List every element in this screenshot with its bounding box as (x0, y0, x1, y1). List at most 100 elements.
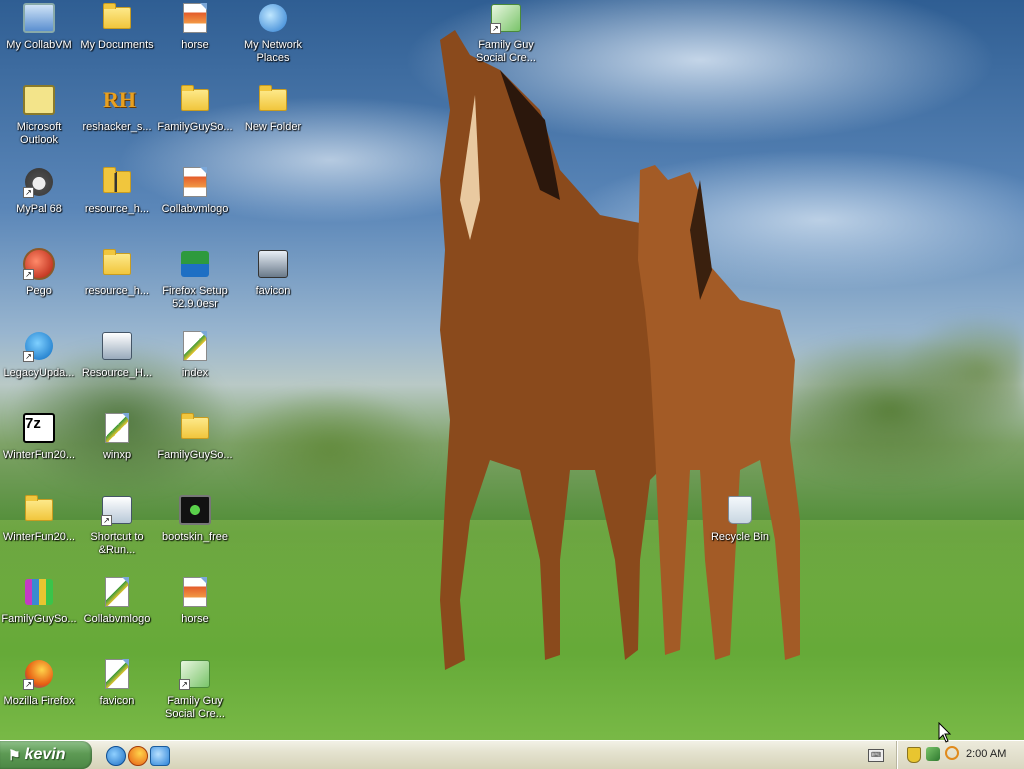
image-file-icon (179, 166, 211, 198)
desktop-icon-label: My Network Places (243, 39, 303, 64)
desktop-icon-label: Resource_H... (81, 367, 153, 379)
start-button[interactable]: ⚑ kevin (0, 741, 92, 769)
windows-flag-icon: ⚑ (8, 746, 21, 763)
desktop-icon-label: Mozilla Firefox (3, 695, 75, 707)
desktop-icon-label: Family Guy Social Cre... (165, 695, 225, 720)
desktop-icon[interactable]: ↗ Pego (0, 248, 78, 298)
html-file-icon (179, 330, 211, 362)
documents-folder-icon (101, 2, 133, 34)
desktop-icon-label: Shortcut to &Run... (90, 531, 144, 556)
bootskin-icon (179, 494, 211, 526)
desktop-icon[interactable]: Collabvmlogo (156, 166, 234, 216)
desktop-icon-label: Family Guy Social Cre... (476, 39, 536, 64)
desktop-icon-label: My CollabVM (6, 39, 72, 51)
desktop-icon[interactable]: horse (156, 2, 234, 52)
desktop-icon[interactable]: My Documents (78, 2, 156, 52)
desktop-icon[interactable]: favicon (234, 248, 312, 298)
desktop-icon-label: bootskin_free (161, 531, 229, 543)
desktop-icon[interactable]: Recycle Bin (701, 494, 779, 544)
desktop-icon[interactable]: ↗ Shortcut to &Run... (78, 494, 156, 557)
html-file-icon (101, 412, 133, 444)
security-shield-icon[interactable] (907, 747, 921, 763)
image-file-icon (179, 2, 211, 34)
desktop-icon[interactable]: bootskin_free (156, 494, 234, 544)
desktop-icon[interactable]: Firefox Setup 52.9.0esr (156, 248, 234, 311)
desktop-icon[interactable]: ↗ LegacyUpda... (0, 330, 78, 380)
desktop-icon-label: WinterFun20... (2, 449, 76, 461)
keyboard-icon[interactable]: ⌨ (868, 749, 884, 762)
desktop-icon-label: favicon (255, 285, 291, 297)
html-file-icon (101, 576, 133, 608)
image-file-icon (179, 576, 211, 608)
desktop-icon[interactable]: ↗ Family Guy Social Cre... (467, 2, 545, 65)
desktop-icon[interactable]: favicon (78, 658, 156, 708)
desktop-icon-label: favicon (99, 695, 135, 707)
desktop-icon[interactable]: 7z WinterFun20... (0, 412, 78, 462)
desktop-icon[interactable]: My CollabVM (0, 2, 78, 52)
desktop-icon-label: winxp (102, 449, 132, 461)
shortcut-arrow-icon: ↗ (101, 515, 112, 526)
firefox-icon[interactable] (128, 746, 148, 766)
desktop-icon[interactable]: Resource_H... (78, 330, 156, 380)
mypal-icon: ↗ (23, 166, 55, 198)
desktop-icon[interactable]: ↗ MyPal 68 (0, 166, 78, 216)
desktop-icon-label: resource_h... (84, 203, 150, 215)
sevenzip-icon: 7z (23, 412, 55, 444)
run-shortcut-icon: ↗ (101, 494, 133, 526)
desktop-icon-label: LegacyUpda... (3, 367, 75, 379)
desktop-icon-label: FamilyGuySo... (1, 613, 77, 625)
desktop-icon[interactable]: ↗ Mozilla Firefox (0, 658, 78, 708)
desktop-icon[interactable]: FamilyGuySo... (0, 576, 78, 626)
desktop-icon-label: Collabvmlogo (161, 203, 229, 215)
desktop-icon[interactable]: horse (156, 576, 234, 626)
desktop-icon-label: FamilyGuySo... (157, 449, 233, 461)
zip-folder-icon (101, 166, 133, 198)
media-player-icon: ↗ (490, 2, 522, 34)
desktop-icon-label: reshacker_s... (82, 121, 152, 133)
outlook-express-icon[interactable] (150, 746, 170, 766)
media-player-icon: ↗ (179, 658, 211, 690)
desktop-icon-label: Firefox Setup 52.9.0esr (162, 285, 228, 310)
desktop-icon-label: index (181, 367, 209, 379)
legacy-update-icon: ↗ (23, 330, 55, 362)
network-icon[interactable] (926, 747, 940, 761)
internet-explorer-icon[interactable] (106, 746, 126, 766)
desktop-icon[interactable]: New Folder (234, 84, 312, 134)
resource-hacker-icon (101, 330, 133, 362)
desktop-icon[interactable]: RH reshacker_s... (78, 84, 156, 134)
shortcut-arrow-icon: ↗ (23, 269, 34, 280)
desktop-icon[interactable]: My Network Places (234, 2, 312, 65)
desktop-icon[interactable]: WinterFun20... (0, 494, 78, 544)
desktop-icon-label: Recycle Bin (710, 531, 770, 543)
folder-icon (179, 412, 211, 444)
desktop-icon[interactable]: FamilyGuySo... (156, 412, 234, 462)
shortcut-arrow-icon: ↗ (23, 187, 34, 198)
desktop-icon[interactable]: resource_h... (78, 166, 156, 216)
desktop-icon[interactable]: resource_h... (78, 248, 156, 298)
desktop-icon-label: FamilyGuySo... (157, 121, 233, 133)
desktop-icon-label: Collabvmlogo (83, 613, 151, 625)
favicon-icon (257, 248, 289, 280)
network-icon (257, 2, 289, 34)
desktop-icon[interactable]: FamilyGuySo... (156, 84, 234, 134)
winrar-icon (23, 576, 55, 608)
desktop-icon-label: horse (181, 39, 209, 51)
folder-icon (257, 84, 289, 116)
desktop-icon[interactable]: winxp (78, 412, 156, 462)
shortcut-arrow-icon: ↗ (23, 351, 34, 362)
recycle-bin-icon (724, 494, 756, 526)
search-icon[interactable] (945, 746, 959, 760)
desktop-icon[interactable]: ↗ Family Guy Social Cre... (156, 658, 234, 721)
outlook-icon (23, 84, 55, 116)
desktop-icon[interactable]: Microsoft Outlook (0, 84, 78, 147)
taskbar: ⚑ kevin ⌨ 2:00 AM (0, 740, 1024, 769)
folder-icon (23, 494, 55, 526)
shortcut-arrow-icon: ↗ (23, 679, 34, 690)
clock[interactable]: 2:00 AM (966, 748, 1006, 760)
mouse-cursor-icon (938, 722, 952, 743)
desktop-icon[interactable]: Collabvmlogo (78, 576, 156, 626)
computer-icon (23, 2, 55, 34)
desktop-icon-label: horse (181, 613, 209, 625)
desktop-icon[interactable]: index (156, 330, 234, 380)
start-button-label: kevin (24, 746, 66, 763)
